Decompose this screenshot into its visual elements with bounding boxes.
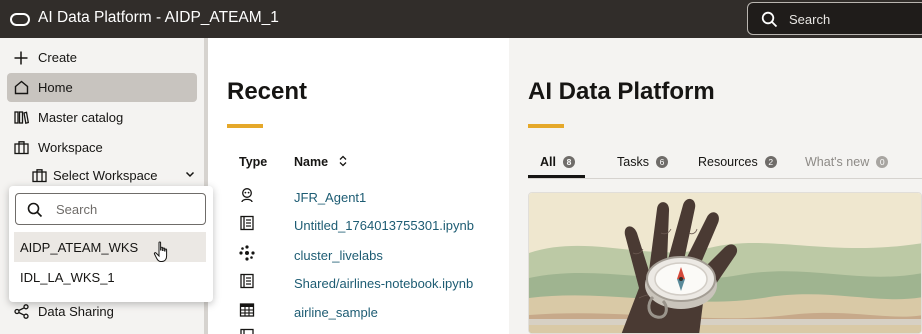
tab-divider [528,178,922,179]
tab-label: What's new [805,155,870,169]
cluster-icon [239,245,255,261]
column-header-label: Name [294,155,329,169]
sidebar-item-create[interactable]: Create [7,43,197,72]
recent-item-link[interactable]: cluster_livelabs [294,248,383,263]
agent-icon [241,188,253,203]
chevron-down-icon [185,171,195,178]
notebook-icon [240,215,254,231]
tab-whats-new[interactable]: What's new 0 [805,151,889,173]
workspace-option-aidp-ateam-wks[interactable]: AIDP_ATEAM_WKS [14,232,206,262]
plus-icon [13,50,29,66]
hand-cursor-icon [153,241,168,262]
column-header-name[interactable]: Name [294,155,348,169]
select-workspace-dropdown[interactable]: Select Workspace [32,165,202,185]
workspace-icon [13,140,29,156]
oracle-logo-icon [10,13,30,26]
sidebar-item-label: Create [38,50,78,65]
sidebar-item-label: Workspace [38,140,103,155]
count-badge: 6 [655,156,668,168]
sidebar-item-home[interactable]: Home [7,73,197,102]
notebook-icon [240,273,254,289]
tab-all[interactable]: All 8 [540,151,575,173]
workspace-icon [32,168,47,183]
share-icon [13,304,29,320]
column-header-type[interactable]: Type [239,155,267,169]
table-icon [239,303,255,317]
tab-tasks[interactable]: Tasks 6 [617,151,668,173]
sidebar-item-label: Master catalog [38,110,124,125]
recent-item-link[interactable]: Shared/airlines-notebook.ipynb [294,276,473,291]
tab-resources[interactable]: Resources 2 [698,151,777,173]
recent-panel: Recent Type Name JFR_Agent1 Untitled_176… [208,38,509,334]
recent-title: Recent [227,78,308,105]
sidebar-item-label: Data Sharing [38,304,114,319]
count-badge: 8 [562,156,575,168]
hand-compass-illustration [529,193,921,333]
search-icon [27,202,43,218]
platform-title-accent [528,124,564,128]
global-search-placeholder: Search [789,12,831,27]
tab-label: All [540,155,556,169]
recent-title-accent [227,124,263,128]
feature-card[interactable] [528,192,922,334]
tab-label: Resources [698,155,758,169]
top-bar: AI Data Platform - AIDP_ATEAM_1 Search [0,0,922,38]
count-badge: 2 [764,156,777,168]
sidebar-item-master-catalog[interactable]: Master catalog [7,103,197,132]
sidebar-item-label: Home [38,80,73,95]
tab-label: Tasks [617,155,649,169]
workspace-search-input[interactable]: Search [15,193,206,225]
platform-panel: AI Data Platform All 8 Tasks 6 Resources… [509,38,922,334]
workspace-option-idl-la-wks-1[interactable]: IDL_LA_WKS_1 [14,262,206,292]
recent-item-link[interactable]: Untitled_1764013755301.ipynb [294,218,474,233]
notebook-icon [240,328,254,334]
count-badge: 0 [876,156,889,168]
recent-item-link[interactable]: airline_sample [294,305,378,320]
sort-icon [339,155,346,167]
catalog-icon [13,110,29,126]
global-search-input[interactable]: Search [747,2,922,35]
search-icon [761,11,778,28]
workspace-search-placeholder: Search [56,202,98,217]
select-workspace-label: Select Workspace [53,167,158,183]
workspace-dropdown-menu: Search AIDP_ATEAM_WKS IDL_LA_WKS_1 [9,186,213,302]
home-icon [13,80,29,96]
recent-item-link[interactable]: JFR_Agent1 [294,190,366,205]
platform-title: AI Data Platform [528,78,715,105]
app-title: AI Data Platform - AIDP_ATEAM_1 [38,9,279,26]
sidebar-item-workspace[interactable]: Workspace [7,133,197,162]
